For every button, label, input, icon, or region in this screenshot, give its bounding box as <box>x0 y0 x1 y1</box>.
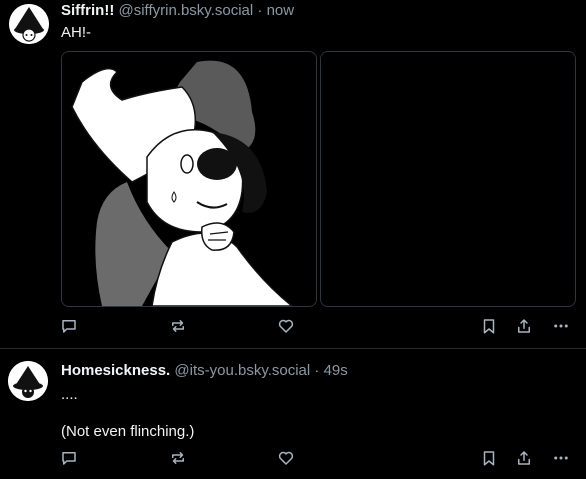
bookmark-icon[interactable] <box>477 446 501 470</box>
post-text-line-2: (Not even flinching.) <box>61 423 195 440</box>
repost-icon[interactable] <box>166 314 190 338</box>
reply-icon[interactable] <box>57 314 81 338</box>
like-icon[interactable] <box>274 314 298 338</box>
media-image-1[interactable] <box>61 51 317 307</box>
post-1[interactable]: Siffrin!! @siffyrin.bsky.social · now AH… <box>0 0 586 349</box>
share-icon[interactable] <box>512 446 536 470</box>
avatar-homesickness[interactable] <box>8 361 48 401</box>
more-icon[interactable] <box>549 446 573 470</box>
media-image-2[interactable] <box>320 51 576 307</box>
separator-dot: · <box>314 362 320 379</box>
post-text-line-1: .... <box>61 386 78 403</box>
separator-dot: · <box>257 2 263 19</box>
post-header: Siffrin!! @siffyrin.bsky.social · now <box>61 2 294 19</box>
post-actions <box>0 314 586 338</box>
reply-icon[interactable] <box>57 446 81 470</box>
black-image <box>321 52 575 306</box>
author-name[interactable]: Homesickness. <box>61 362 170 379</box>
share-icon[interactable] <box>512 314 536 338</box>
bookmark-icon[interactable] <box>477 314 501 338</box>
illustration-image <box>62 52 316 306</box>
post-time[interactable]: now <box>267 2 295 19</box>
post-text: AH!- <box>61 24 91 41</box>
author-handle[interactable]: @siffyrin.bsky.social <box>119 2 254 19</box>
post-actions <box>0 446 586 470</box>
author-name[interactable]: Siffrin!! <box>61 2 114 19</box>
post-2[interactable]: Homesickness. @its-you.bsky.social · 49s… <box>0 349 586 479</box>
more-icon[interactable] <box>549 314 573 338</box>
avatar-siffrin[interactable] <box>9 4 49 44</box>
like-icon[interactable] <box>274 446 298 470</box>
post-time[interactable]: 49s <box>324 362 348 379</box>
author-handle[interactable]: @its-you.bsky.social <box>174 362 310 379</box>
repost-icon[interactable] <box>166 446 190 470</box>
post-header: Homesickness. @its-you.bsky.social · 49s <box>61 362 348 379</box>
